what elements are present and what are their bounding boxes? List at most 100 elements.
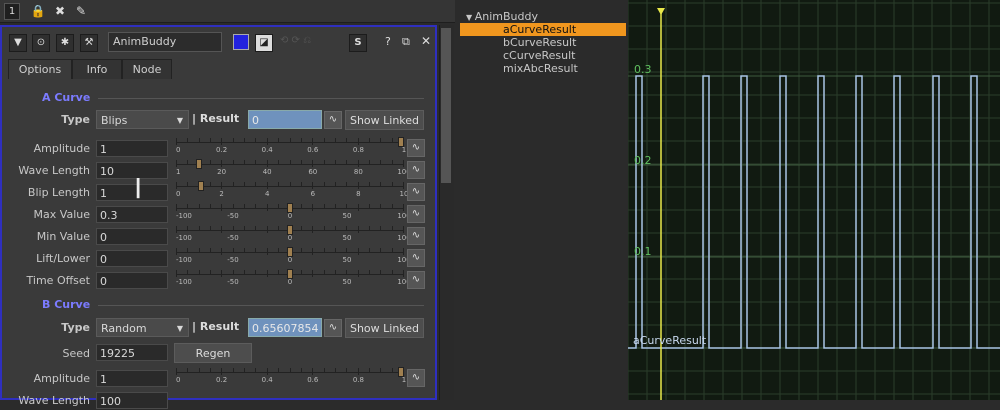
curve-icon[interactable]: ∿ — [324, 319, 342, 337]
slider-tick — [403, 248, 404, 255]
bug-icon[interactable]: ✱ — [56, 34, 74, 52]
tree-root-label: AnimBuddy — [474, 10, 538, 23]
viewer-number-field[interactable]: 1 — [4, 3, 20, 20]
slider-tick — [334, 270, 336, 274]
tree-root[interactable]: ▼ AnimBuddy — [466, 10, 538, 23]
slider-handle[interactable] — [287, 203, 293, 213]
a_curve-row-value-field[interactable]: 0 — [96, 250, 168, 267]
a_curve-row-slider[interactable]: -100 -50 0 50 100 — [176, 247, 411, 270]
b_curve-row-value-field[interactable]: 100 — [96, 392, 168, 409]
wrench-icon[interactable]: ⚒ — [80, 34, 98, 52]
a_curve-row-value-field[interactable]: 0.3 — [96, 206, 168, 223]
a_curve-row-slider[interactable]: 0 0.2 0.4 0.6 0.8 1 — [176, 137, 406, 160]
slider-tick — [187, 248, 189, 252]
slider-handle[interactable] — [398, 367, 404, 377]
close-icon[interactable]: ✕ — [421, 34, 431, 48]
slider-tick-label: -50 — [227, 278, 239, 286]
curve-icon[interactable]: ∿ — [407, 271, 425, 289]
s-icon[interactable]: S — [349, 34, 367, 52]
slider-handle[interactable] — [287, 247, 293, 257]
a_curve-row-slider[interactable]: -100 -50 0 50 100 — [176, 203, 411, 226]
pencil-icon[interactable]: ✎ — [73, 3, 89, 19]
pulse — [856, 76, 862, 348]
type-label: Type — [61, 321, 90, 334]
a_curve-row-slider[interactable]: 0 2 4 6 8 10 — [176, 181, 408, 204]
tab-node[interactable]: Node — [122, 59, 172, 79]
curve-icon[interactable]: ∿ — [407, 161, 425, 179]
lock-icon[interactable]: 🔒 — [30, 3, 46, 19]
slider-tick — [323, 204, 325, 208]
slider-tick — [403, 226, 404, 233]
curve-icon[interactable]: ∿ — [407, 249, 425, 267]
color-swatch-icon[interactable] — [233, 34, 249, 50]
a_curve-row-slider[interactable]: -100 -50 0 50 100 — [176, 225, 411, 248]
tree-item-bCurveResult[interactable]: bCurveResult — [460, 36, 626, 49]
slider-tick — [198, 138, 200, 142]
curve-icon[interactable]: ∿ — [407, 205, 425, 223]
b-result-field[interactable]: 0.65607854 — [248, 318, 322, 337]
slider-tick — [176, 182, 177, 189]
slider-handle[interactable] — [398, 137, 404, 147]
a_curve-row-value-field[interactable]: 1 — [96, 184, 168, 201]
curve-icon[interactable]: ∿ — [407, 139, 425, 157]
slider-tick — [176, 160, 177, 167]
slider-tick — [346, 138, 348, 142]
slider-tick — [300, 138, 302, 142]
tree-item-mixAbcResult[interactable]: mixAbcResult — [460, 62, 626, 75]
curve-label: aCurveResult — [633, 334, 707, 347]
slider-handle[interactable] — [287, 269, 293, 279]
b-type-dropdown[interactable]: Random ▼ — [96, 318, 189, 337]
a_curve-row-slider[interactable]: 1 20 40 60 80 100 — [176, 159, 411, 182]
b_curve-row-value-field[interactable]: 1 — [96, 370, 168, 387]
triangle-down-icon[interactable]: ▼ — [9, 34, 27, 52]
slider-tick — [232, 368, 234, 372]
node-name-field[interactable]: AnimBuddy — [108, 32, 222, 52]
slider-tick — [334, 368, 336, 372]
slider-tick — [323, 270, 325, 274]
slider-tick-label: -50 — [227, 256, 239, 264]
a-result-field[interactable]: 0 — [248, 110, 322, 129]
slider-track — [176, 164, 404, 165]
slider-tick — [232, 160, 234, 164]
target-icon[interactable]: ⊙ — [32, 34, 50, 52]
slider-tick — [266, 182, 268, 189]
help-icon[interactable]: ? — [385, 35, 391, 48]
tree-item-aCurveResult[interactable]: aCurveResult — [460, 23, 626, 36]
tab-options[interactable]: Options — [8, 59, 72, 79]
tree-item-cCurveResult[interactable]: cCurveResult — [460, 49, 626, 62]
a_curve-row-label: Max Value — [33, 208, 90, 221]
a_curve-row-slider[interactable]: -100 -50 0 50 100 — [176, 269, 411, 292]
slider-handle[interactable] — [287, 225, 293, 235]
curve-icon[interactable]: ∿ — [407, 183, 425, 201]
slider-handle[interactable] — [195, 159, 202, 169]
tab-info[interactable]: Info — [72, 59, 122, 79]
slider-tick — [346, 270, 348, 274]
a_curve-row-value-field[interactable]: 0 — [96, 228, 168, 245]
slider-tick — [244, 270, 246, 274]
float-icon[interactable]: ⧉ — [402, 35, 410, 49]
a_curve-row-value-field[interactable]: 1 — [96, 140, 168, 157]
a_curve-row-label: Blip Length — [27, 186, 90, 199]
seed-label: Seed — [62, 347, 91, 360]
curve-icon[interactable]: ∿ — [407, 369, 425, 387]
a_curve-row-value-field[interactable]: 0 — [96, 272, 168, 289]
b_curve-row-slider[interactable]: 0 0.2 0.4 0.6 0.8 1 — [176, 367, 406, 390]
curve-icon[interactable]: ∿ — [324, 111, 342, 129]
b-show-linked-button[interactable]: Show Linked — [345, 318, 424, 338]
a-type-dropdown[interactable]: Blips ▼ — [96, 110, 189, 129]
dice-icon[interactable]: ◪ — [255, 34, 273, 52]
slider-tick — [323, 182, 325, 186]
slider-tick — [187, 182, 189, 186]
slider-tick-label: 50 — [342, 234, 352, 242]
close-x-icon[interactable]: ✖ — [52, 3, 68, 19]
b-type-value: Random — [101, 322, 147, 335]
scrollbar-thumb[interactable] — [441, 28, 451, 183]
a-show-linked-button[interactable]: Show Linked — [345, 110, 424, 130]
slider-tick — [300, 270, 302, 274]
seed-field[interactable]: 19225 — [96, 344, 168, 361]
regen-button[interactable]: Regen — [174, 343, 252, 363]
a_curve-row-value-field[interactable]: 10 — [96, 162, 168, 179]
curve-icon[interactable]: ∿ — [407, 227, 425, 245]
slider-handle[interactable] — [198, 181, 205, 191]
slider-tick — [312, 248, 314, 255]
